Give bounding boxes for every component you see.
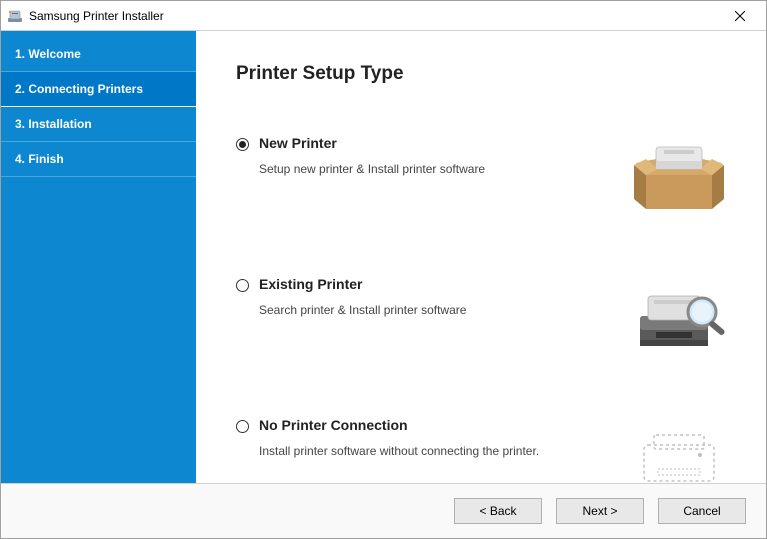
sidebar-item-label: 2. Connecting Printers bbox=[15, 82, 143, 96]
option-desc: Search printer & Install printer softwar… bbox=[259, 302, 611, 319]
main-area: 1. Welcome 2. Connecting Printers 3. Ins… bbox=[1, 31, 766, 483]
option-desc: Setup new printer & Install printer soft… bbox=[259, 161, 611, 178]
option-title[interactable]: No Printer Connection bbox=[259, 417, 611, 433]
option-title[interactable]: New Printer bbox=[259, 135, 611, 151]
close-button[interactable] bbox=[720, 2, 760, 30]
sidebar-item-label: 1. Welcome bbox=[15, 47, 81, 61]
radio-new-printer[interactable] bbox=[236, 138, 249, 151]
option-title[interactable]: Existing Printer bbox=[259, 276, 611, 292]
app-icon bbox=[7, 8, 23, 24]
option-body: New Printer Setup new printer & Install … bbox=[236, 135, 611, 178]
radio-existing-printer[interactable] bbox=[236, 279, 249, 292]
option-text: No Printer Connection Install printer so… bbox=[259, 417, 611, 460]
option-text: New Printer Setup new printer & Install … bbox=[259, 135, 611, 178]
page-title: Printer Setup Type bbox=[236, 63, 736, 85]
option-new-printer: New Printer Setup new printer & Install … bbox=[236, 135, 736, 220]
content-panel: Printer Setup Type New Printer Setup new… bbox=[196, 31, 766, 483]
sidebar-item-label: 3. Installation bbox=[15, 117, 92, 131]
titlebar: Samsung Printer Installer bbox=[1, 1, 766, 31]
option-existing-printer: Existing Printer Search printer & Instal… bbox=[236, 276, 736, 361]
option-body: Existing Printer Search printer & Instal… bbox=[236, 276, 611, 319]
option-text: Existing Printer Search printer & Instal… bbox=[259, 276, 611, 319]
sidebar-item-connecting[interactable]: 2. Connecting Printers bbox=[1, 72, 196, 107]
radio-no-printer[interactable] bbox=[236, 420, 249, 433]
sidebar-item-installation[interactable]: 3. Installation bbox=[1, 107, 196, 142]
sidebar-item-finish[interactable]: 4. Finish bbox=[1, 142, 196, 177]
sidebar: 1. Welcome 2. Connecting Printers 3. Ins… bbox=[1, 31, 196, 483]
new-printer-box-icon bbox=[621, 135, 736, 220]
no-printer-outline-icon bbox=[621, 417, 736, 502]
sidebar-item-welcome[interactable]: 1. Welcome bbox=[1, 37, 196, 72]
sidebar-item-label: 4. Finish bbox=[15, 152, 64, 166]
existing-printer-search-icon bbox=[621, 276, 736, 361]
window-title: Samsung Printer Installer bbox=[29, 9, 720, 23]
option-desc: Install printer software without connect… bbox=[259, 443, 611, 460]
option-body: No Printer Connection Install printer so… bbox=[236, 417, 611, 460]
option-no-printer: No Printer Connection Install printer so… bbox=[236, 417, 736, 502]
